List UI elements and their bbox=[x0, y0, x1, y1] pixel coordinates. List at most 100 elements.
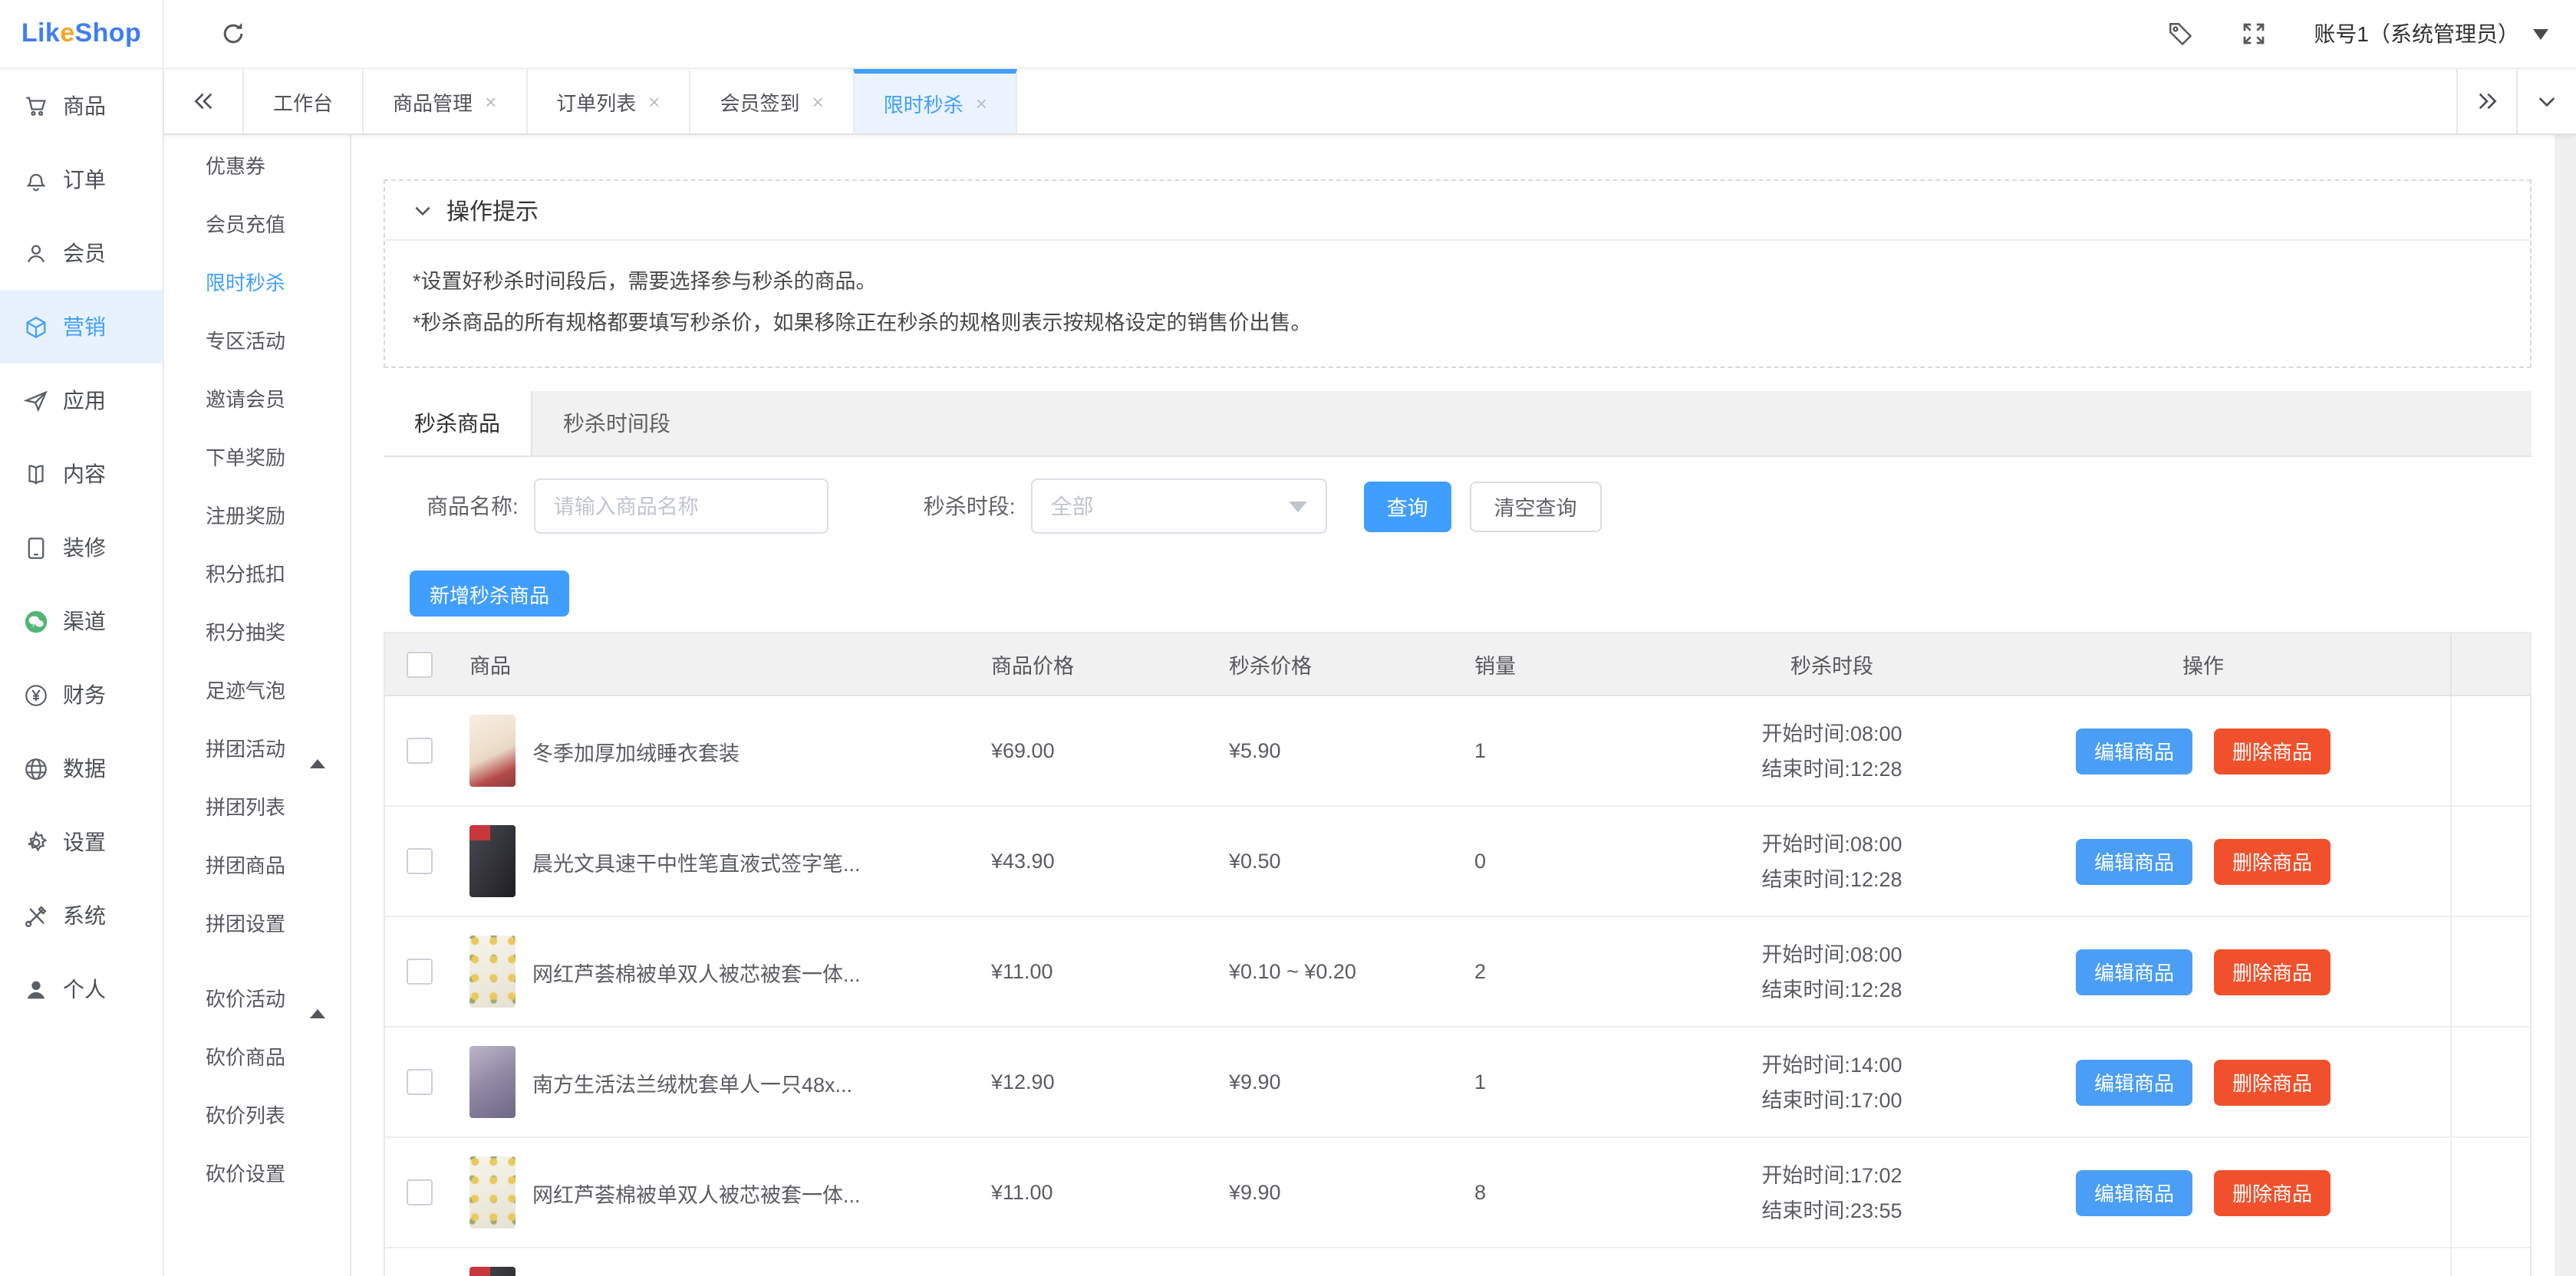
app-logo[interactable]: LikeShop bbox=[0, 0, 164, 67]
submenu-item[interactable]: 砍价商品 bbox=[164, 1026, 350, 1084]
submenu-item[interactable]: 砍价活动 bbox=[164, 968, 350, 1026]
submenu-item-label: 砍价列表 bbox=[206, 1099, 285, 1128]
sidebar-item-tools[interactable]: 系统 bbox=[0, 879, 163, 952]
submenu-item[interactable]: 专区活动 bbox=[164, 310, 350, 368]
submenu-item-label: 砍价活动 bbox=[206, 982, 285, 1011]
filter-bar: 商品名称: 秒杀时段: 全部 查询 清空查询 bbox=[427, 479, 2532, 534]
tab-menu-icon[interactable] bbox=[2516, 69, 2576, 133]
page-tab-label: 商品管理 bbox=[393, 87, 473, 116]
content-tab[interactable]: 秒杀时间段 bbox=[532, 391, 701, 455]
sidebar-item-cube[interactable]: 营销 bbox=[0, 290, 163, 363]
sales-count: 1 bbox=[1459, 1070, 1708, 1093]
seckill-time-range: 开始时间:08:00结束时间:12:28 bbox=[1708, 715, 1956, 786]
close-tab-icon[interactable]: × bbox=[648, 91, 660, 111]
fullscreen-icon[interactable] bbox=[2240, 20, 2268, 48]
product-cell: 晨光文具速干中性笔直液式签字笔... bbox=[454, 1267, 976, 1276]
row-actions: 编辑商品删除商品 bbox=[1956, 949, 2450, 995]
tips-panel-header[interactable]: 操作提示 bbox=[385, 181, 2530, 241]
page-tab[interactable]: 工作台 bbox=[242, 69, 364, 133]
delete-product-button[interactable]: 删除商品 bbox=[2214, 1059, 2331, 1105]
expand-tabs-icon[interactable] bbox=[2456, 69, 2516, 133]
delete-product-button[interactable]: 删除商品 bbox=[2214, 728, 2331, 774]
tab-bar: 工作台商品管理×订单列表×会员签到×限时秒杀× bbox=[164, 69, 2576, 135]
sidebar-item-gear[interactable]: 设置 bbox=[0, 805, 163, 879]
sidebar-item-wechat[interactable]: 渠道 bbox=[0, 584, 163, 658]
sidebar-item-user[interactable]: 会员 bbox=[0, 216, 163, 290]
page-tab[interactable]: 订单列表× bbox=[525, 69, 690, 133]
refresh-icon[interactable] bbox=[219, 20, 247, 48]
time-period-value: 全部 bbox=[1051, 491, 1094, 521]
search-button[interactable]: 查询 bbox=[1364, 481, 1451, 531]
submenu-item[interactable]: 限时秒杀 bbox=[164, 252, 350, 310]
product-name-input[interactable] bbox=[534, 479, 828, 534]
page-tab[interactable]: 限时秒杀× bbox=[853, 69, 1018, 133]
submenu-item[interactable]: 邀请会员 bbox=[164, 368, 350, 426]
sidebar-item-cart[interactable]: 商品 bbox=[0, 69, 163, 143]
submenu-item[interactable]: 拼团活动 bbox=[164, 718, 350, 776]
submenu-item-label: 积分抵扣 bbox=[206, 557, 285, 587]
seckill-price: ¥9.90 bbox=[1214, 1070, 1459, 1093]
edit-product-button[interactable]: 编辑商品 bbox=[2076, 1059, 2192, 1105]
column-header: 销量 bbox=[1459, 649, 1708, 679]
page-tab[interactable]: 商品管理 × bbox=[362, 69, 527, 133]
row-checkbox[interactable] bbox=[407, 738, 433, 764]
row-checkbox[interactable] bbox=[407, 959, 433, 985]
time-period-select[interactable]: 全部 bbox=[1031, 479, 1327, 534]
tag-icon[interactable] bbox=[2166, 20, 2194, 48]
clear-search-button[interactable]: 清空查询 bbox=[1470, 481, 1602, 531]
select-all-checkbox[interactable] bbox=[407, 651, 433, 677]
delete-product-button[interactable]: 删除商品 bbox=[2214, 1169, 2331, 1215]
column-header: 商品 bbox=[454, 649, 976, 679]
sidebar-item-label: 应用 bbox=[63, 385, 106, 416]
collapse-tabs-icon[interactable] bbox=[164, 69, 244, 133]
sidebar-item-bell[interactable]: 订单 bbox=[0, 143, 163, 216]
submenu-item[interactable]: 砍价设置 bbox=[164, 1143, 350, 1201]
sidebar-item-label: 个人 bbox=[63, 974, 106, 1005]
row-checkbox[interactable] bbox=[407, 1069, 433, 1095]
content-tab[interactable]: 秒杀商品 bbox=[384, 391, 532, 455]
plane-icon bbox=[23, 387, 49, 413]
seckill-time-range: 开始时间:17:02结束时间:23:55 bbox=[1708, 1157, 1956, 1228]
submenu-item[interactable]: 拼团商品 bbox=[164, 834, 350, 893]
table-gutter bbox=[2450, 917, 2530, 1026]
seckill-price: ¥0.10 ~ ¥0.20 bbox=[1214, 960, 1459, 983]
submenu-item[interactable]: 会员充值 bbox=[164, 193, 350, 252]
close-tab-icon[interactable]: × bbox=[485, 91, 496, 111]
row-checkbox[interactable] bbox=[407, 1179, 433, 1205]
page-tab[interactable]: 会员签到× bbox=[689, 69, 854, 133]
delete-product-button[interactable]: 删除商品 bbox=[2214, 949, 2331, 995]
edit-product-button[interactable]: 编辑商品 bbox=[2076, 1169, 2192, 1215]
sidebar-item-book[interactable]: 内容 bbox=[0, 437, 163, 511]
close-tab-icon[interactable]: × bbox=[812, 91, 824, 111]
sidebar-item-person[interactable]: 个人 bbox=[0, 952, 163, 1026]
account-name: 账号1（系统管理员） bbox=[2314, 18, 2519, 49]
submenu-item[interactable]: 砍价列表 bbox=[164, 1084, 350, 1143]
account-menu[interactable]: 账号1（系统管理员） bbox=[2314, 18, 2548, 49]
submenu-item[interactable]: 优惠券 bbox=[164, 135, 350, 193]
sales-count: 1 bbox=[1459, 739, 1708, 762]
sidebar-item-globe[interactable]: 数据 bbox=[0, 732, 163, 805]
submenu-item[interactable]: 足迹气泡 bbox=[164, 659, 350, 718]
submenu-item[interactable]: 注册奖励 bbox=[164, 485, 350, 543]
sidebar-item-yen[interactable]: 财务 bbox=[0, 658, 163, 732]
sidebar-item-plane[interactable]: 应用 bbox=[0, 363, 163, 437]
submenu-item[interactable]: 拼团列表 bbox=[164, 776, 350, 834]
submenu-item[interactable]: 拼团设置 bbox=[164, 893, 350, 951]
edit-product-button[interactable]: 编辑商品 bbox=[2076, 838, 2192, 884]
select-caret-icon bbox=[1289, 501, 1307, 511]
edit-product-button[interactable]: 编辑商品 bbox=[2076, 949, 2192, 995]
delete-product-button[interactable]: 删除商品 bbox=[2214, 838, 2331, 884]
sidebar-item-label: 会员 bbox=[63, 238, 106, 268]
seckill-price: ¥5.90 bbox=[1214, 739, 1459, 762]
submenu-item[interactable]: 下单奖励 bbox=[164, 426, 350, 485]
product-image bbox=[469, 1046, 516, 1118]
submenu-item[interactable]: 积分抵扣 bbox=[164, 543, 350, 601]
row-checkbox[interactable] bbox=[407, 848, 433, 874]
sidebar-item-tablet[interactable]: 装修 bbox=[0, 511, 163, 584]
product-price: ¥11.00 bbox=[976, 1181, 1214, 1204]
submenu-item-label: 优惠券 bbox=[206, 150, 265, 179]
close-tab-icon[interactable]: × bbox=[976, 94, 987, 113]
edit-product-button[interactable]: 编辑商品 bbox=[2076, 728, 2192, 774]
add-seckill-product-button[interactable]: 新增秒杀商品 bbox=[410, 571, 569, 617]
submenu-item[interactable]: 积分抽奖 bbox=[164, 601, 350, 659]
